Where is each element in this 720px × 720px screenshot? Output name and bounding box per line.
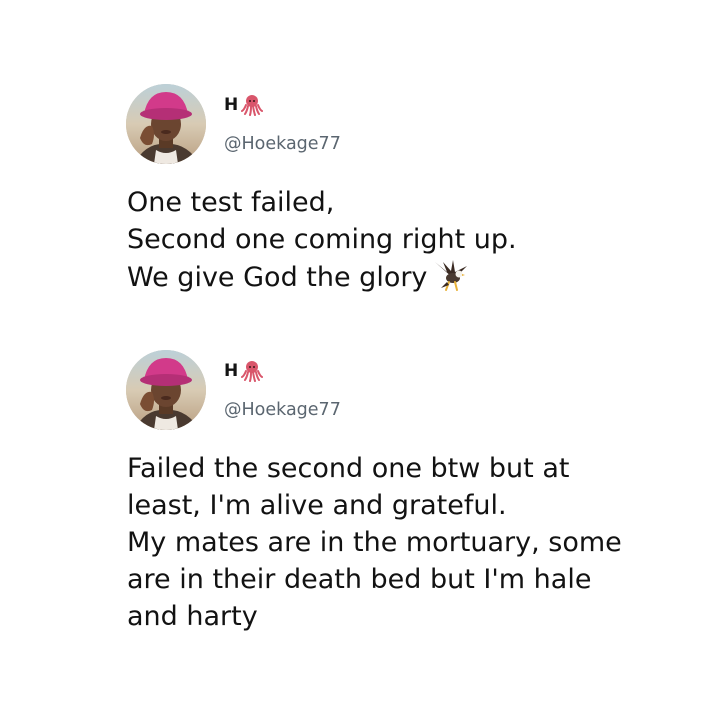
octopus-icon bbox=[240, 360, 263, 382]
tweet-line: My mates are in the mortuary, some bbox=[127, 527, 622, 558]
tweet-card: H @Hoekage77 Failed the second one btw b… bbox=[126, 350, 686, 635]
tweet-line: We give God the glory bbox=[127, 258, 686, 296]
display-name-row: H bbox=[224, 360, 263, 382]
tweet-line: Failed the second one btw but at bbox=[127, 453, 570, 484]
user-handle[interactable]: @Hoekage77 bbox=[224, 134, 341, 154]
tweet-card: H @Hoekage77 One test failed, Second one … bbox=[126, 84, 686, 296]
display-name-row: H bbox=[224, 94, 263, 116]
tweet-header: H @Hoekage77 bbox=[126, 350, 686, 430]
avatar[interactable] bbox=[126, 350, 206, 430]
display-name[interactable]: H bbox=[224, 361, 239, 381]
user-handle[interactable]: @Hoekage77 bbox=[224, 400, 341, 420]
avatar-image bbox=[126, 84, 206, 164]
tweet-line: are in their death bed but I'm hale bbox=[127, 564, 592, 595]
tweet-header: H @Hoekage77 bbox=[126, 84, 686, 164]
tweet-text: Failed the second one btw but at least, I… bbox=[127, 450, 686, 635]
tweet-line: and harty bbox=[127, 601, 258, 632]
tweet-line: One test failed, bbox=[127, 187, 335, 218]
tweet-line: Second one coming right up. bbox=[127, 224, 517, 255]
tweet-line: least, I'm alive and grateful. bbox=[127, 490, 507, 521]
avatar[interactable] bbox=[126, 84, 206, 164]
display-name[interactable]: H bbox=[224, 95, 239, 115]
tweet-line-text: We give God the glory bbox=[127, 262, 428, 293]
avatar-image bbox=[126, 350, 206, 430]
tweet-text: One test failed, Second one coming right … bbox=[127, 184, 686, 296]
octopus-icon bbox=[240, 94, 263, 116]
eagle-icon bbox=[433, 258, 469, 292]
